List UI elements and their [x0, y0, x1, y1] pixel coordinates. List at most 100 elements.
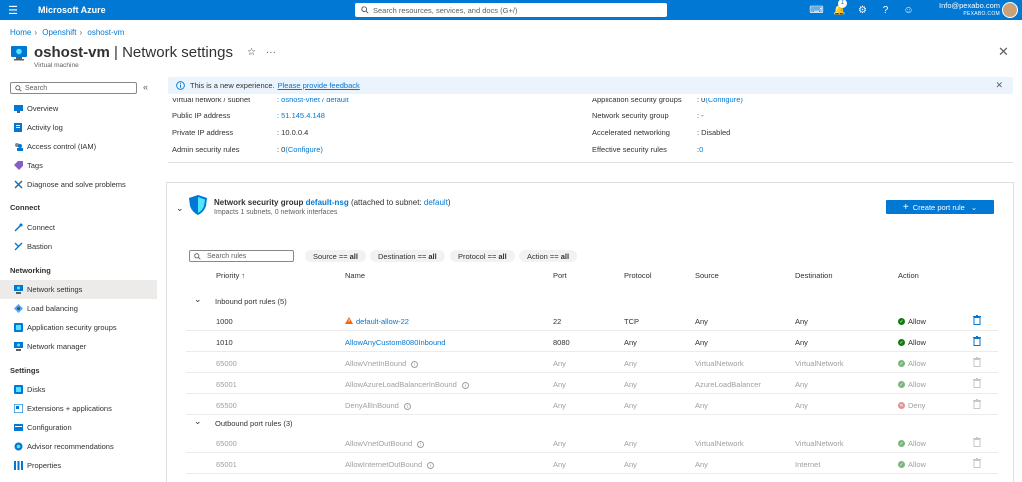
- rule-destination: Any: [795, 380, 808, 389]
- rule-action-text: Allow: [908, 439, 926, 448]
- rule-name[interactable]: AllowVnetOutBound i: [345, 439, 425, 448]
- sidebar-item-configuration[interactable]: Configuration: [0, 418, 157, 437]
- column-header-source[interactable]: Source: [695, 271, 719, 280]
- sidebar-item-network-settings[interactable]: Network settings: [0, 280, 157, 299]
- rule-name[interactable]: AllowAnyCustom8080Inbound: [345, 338, 445, 347]
- rules-search-input[interactable]: Search rules: [189, 250, 294, 262]
- account-menu[interactable]: Info@pexabo.com PEXABO.COM: [930, 2, 1000, 18]
- rule-name[interactable]: DenyAllInBound i: [345, 401, 411, 410]
- info-icon[interactable]: i: [411, 361, 419, 368]
- sidebar-item-activity-log[interactable]: Activity log: [0, 118, 157, 137]
- info-icon[interactable]: i: [461, 382, 469, 389]
- help-icon[interactable]: ?: [874, 5, 897, 16]
- settings-gear-icon[interactable]: ⚙: [851, 5, 874, 16]
- table-row[interactable]: 65001 AllowInternetOutBound i Any Any Any Inte…: [186, 454, 998, 474]
- favorite-star-icon[interactable]: ☆: [247, 47, 256, 58]
- sidebar-item-connect[interactable]: Connect: [0, 218, 157, 237]
- global-search-input[interactable]: Search resources, services, and docs (G+…: [355, 3, 667, 17]
- nsg-name-link[interactable]: default-nsg: [306, 198, 349, 207]
- rule-name-text[interactable]: DenyAllInBound: [345, 401, 399, 410]
- subnet-link[interactable]: default: [424, 198, 448, 207]
- rule-port: Any: [553, 401, 566, 410]
- create-port-rule-button[interactable]: + Create port rule ⌄: [886, 200, 994, 214]
- column-header-port[interactable]: Port: [553, 271, 567, 280]
- menu-icon[interactable]: ☰: [0, 4, 26, 17]
- rule-name[interactable]: AllowInternetOutBound i: [345, 460, 435, 469]
- rule-name-text[interactable]: AllowInternetOutBound: [345, 460, 422, 469]
- chevron-down-icon[interactable]: ⌄: [194, 294, 202, 305]
- delete-trash-icon[interactable]: [973, 315, 981, 327]
- rule-name-text[interactable]: default-allow-22: [356, 317, 409, 326]
- breadcrumb-openshift[interactable]: Openshift: [42, 28, 76, 37]
- bastion-icon: [12, 242, 24, 252]
- cloud-shell-icon[interactable]: ⌨: [805, 5, 828, 16]
- sidebar-item-overview[interactable]: Overview: [0, 99, 157, 118]
- sidebar-item-network-manager[interactable]: Network manager: [0, 337, 157, 356]
- rule-protocol: Any: [624, 338, 637, 347]
- rule-protocol: Any: [624, 460, 637, 469]
- collapse-sidebar-icon[interactable]: «: [143, 82, 148, 92]
- feedback-icon[interactable]: ☺: [897, 5, 920, 16]
- effective-rules-link[interactable]: 0: [699, 145, 703, 154]
- sidebar-item-diagnose[interactable]: Diagnose and solve problems: [0, 175, 157, 194]
- rule-action: ✓ Allow: [898, 439, 926, 448]
- rule-destination: Internet: [795, 460, 821, 469]
- sidebar-item-access-control[interactable]: Access control (IAM): [0, 137, 157, 156]
- filter-source-pill[interactable]: Source == all: [305, 250, 366, 262]
- info-icon[interactable]: i: [403, 403, 411, 410]
- collapse-nsg-chevron-icon[interactable]: ⌄: [176, 203, 184, 214]
- vnet-link[interactable]: : oshost-vnet / default: [277, 98, 349, 104]
- chevron-down-icon[interactable]: ⌄: [194, 416, 202, 427]
- table-row[interactable]: 1000 default-allow-22 22 TCP Any Any ✓ Allow: [186, 311, 998, 331]
- sidebar-search-input[interactable]: Search: [10, 82, 137, 94]
- breadcrumb-home[interactable]: Home: [10, 28, 31, 37]
- avatar[interactable]: [1002, 2, 1018, 18]
- sidebar-item-advisor[interactable]: Advisor recommendations: [0, 437, 157, 456]
- rule-name-text[interactable]: AllowAnyCustom8080Inbound: [345, 338, 445, 347]
- column-header-protocol[interactable]: Protocol: [624, 271, 652, 280]
- rules-search-placeholder: Search rules: [207, 252, 247, 260]
- rule-port: Any: [553, 359, 566, 368]
- info-icon[interactable]: i: [427, 462, 435, 469]
- sidebar-item-disks[interactable]: Disks: [0, 380, 157, 399]
- rule-name-text[interactable]: AllowAzureLoadBalancerInBound: [345, 380, 457, 389]
- info-icon[interactable]: i: [417, 441, 425, 448]
- sidebar-item-extensions[interactable]: Extensions + applications: [0, 399, 157, 418]
- table-row[interactable]: 65001 AllowAzureLoadBalancerInBound i Any An…: [186, 374, 998, 394]
- column-header-destination[interactable]: Destination: [795, 271, 833, 280]
- filter-action-pill[interactable]: Action == all: [519, 250, 578, 262]
- configure-asg-link[interactable]: (Configure): [705, 98, 743, 104]
- filter-destination-pill[interactable]: Destination == all: [370, 250, 445, 262]
- close-banner-icon[interactable]: ✕: [995, 80, 1003, 91]
- sidebar-item-properties[interactable]: Properties: [0, 456, 157, 475]
- more-options-icon[interactable]: ···: [266, 47, 276, 58]
- rule-name[interactable]: AllowVnetInBound i: [345, 359, 419, 368]
- brand-label[interactable]: Microsoft Azure: [38, 5, 106, 15]
- configure-admin-link[interactable]: (Configure): [285, 145, 323, 154]
- rule-name-text[interactable]: AllowVnetInBound: [345, 359, 406, 368]
- breadcrumb-vm[interactable]: oshost-vm: [87, 28, 124, 37]
- rule-name[interactable]: default-allow-22: [345, 317, 409, 326]
- sidebar-item-application-security-groups[interactable]: Application security groups: [0, 318, 157, 337]
- sidebar-item-label: Extensions + applications: [27, 404, 112, 413]
- public-ip-link[interactable]: : 51.145.4.148: [277, 111, 325, 120]
- table-row[interactable]: 65000 AllowVnetOutBound i Any Any VirtualNetw…: [186, 433, 998, 453]
- table-row[interactable]: 1010 AllowAnyCustom8080Inbound 8080 Any Any A…: [186, 332, 998, 352]
- delete-trash-icon[interactable]: [973, 336, 981, 348]
- column-header-name[interactable]: Name: [345, 271, 365, 280]
- column-header-priority[interactable]: Priority ↑: [216, 271, 245, 280]
- column-header-action[interactable]: Action: [898, 271, 919, 280]
- sidebar-item-load-balancing[interactable]: Load balancing: [0, 299, 157, 318]
- notifications-icon[interactable]: 🔔 1: [828, 0, 851, 16]
- close-icon[interactable]: ✕: [998, 44, 1009, 60]
- sidebar-item-bastion[interactable]: Bastion: [0, 237, 157, 256]
- rule-action: ✓ Allow: [898, 359, 926, 368]
- feedback-link[interactable]: Please provide feedback: [278, 81, 360, 90]
- table-row[interactable]: 65000 AllowVnetInBound i Any Any VirtualNetwo…: [186, 353, 998, 373]
- rule-name[interactable]: AllowAzureLoadBalancerInBound i: [345, 380, 469, 389]
- rule-priority: 65000: [216, 359, 237, 368]
- filter-protocol-pill[interactable]: Protocol == all: [450, 250, 515, 262]
- rule-name-text[interactable]: AllowVnetOutBound: [345, 439, 412, 448]
- table-row[interactable]: 65500 DenyAllInBound i Any Any Any Any ✕ Deny: [186, 395, 998, 415]
- sidebar-item-tags[interactable]: Tags: [0, 156, 157, 175]
